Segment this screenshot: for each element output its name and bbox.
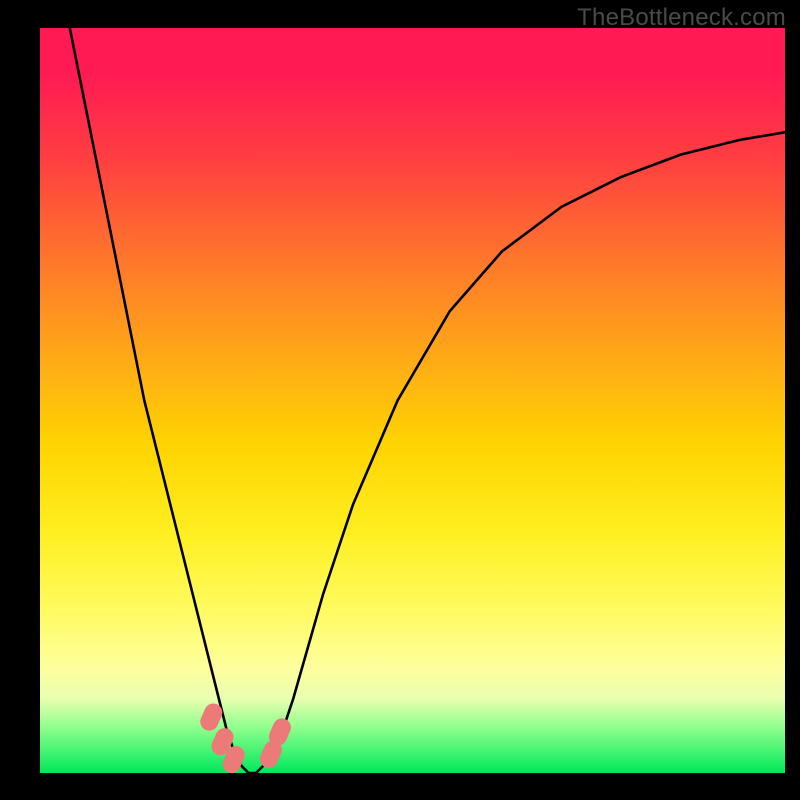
chart-svg (0, 0, 800, 800)
markers-group (197, 701, 293, 776)
bottleneck-curve (70, 28, 785, 773)
curve-group (70, 28, 785, 773)
watermark-text: TheBottleneck.com (577, 4, 786, 32)
chart-frame: TheBottleneck.com (0, 0, 800, 800)
